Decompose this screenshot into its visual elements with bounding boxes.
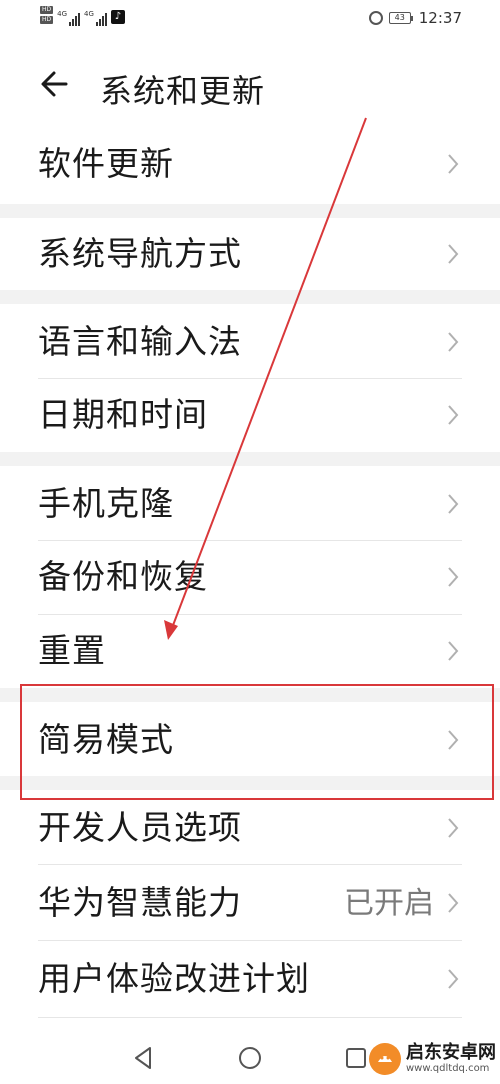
tiktok-notification-icon: ♪ bbox=[110, 10, 125, 24]
menu-item-label: 备份和恢复 bbox=[38, 557, 208, 596]
nav-home-icon[interactable] bbox=[232, 1040, 268, 1076]
nav-back-icon[interactable] bbox=[126, 1040, 162, 1076]
divider bbox=[38, 1017, 462, 1018]
alarm-icon bbox=[368, 11, 383, 25]
battery-icon: 43 bbox=[388, 12, 413, 24]
menu-item-label: 用户体验改进计划 bbox=[38, 959, 310, 998]
chevron-right-icon bbox=[448, 641, 459, 661]
menu-item-user-experience-program[interactable]: 用户体验改进计划 bbox=[0, 941, 500, 1017]
menu-item-software-update[interactable]: 软件更新 bbox=[0, 124, 500, 204]
hd-badge-sim2: HD bbox=[40, 16, 54, 24]
menu-item-language-input[interactable]: 语言和输入法 bbox=[0, 304, 500, 378]
menu-item-date-time[interactable]: 日期和时间 bbox=[0, 379, 500, 452]
chevron-right-icon bbox=[448, 494, 459, 514]
chevron-right-icon bbox=[448, 969, 459, 989]
header: 系统和更新 bbox=[0, 56, 500, 112]
signal-sim2-icon: 4G bbox=[84, 10, 107, 26]
menu-item-huawei-intelligence[interactable]: 华为智慧能力 已开启 bbox=[0, 865, 500, 940]
nav-bar: 启东安卓网 www.qdltdq.com bbox=[0, 1030, 500, 1084]
menu-item-label: 软件更新 bbox=[38, 144, 174, 183]
status-bar: HD HD 4G 4G ♪ 43 12:37 bbox=[0, 0, 500, 36]
menu-item-label: 系统导航方式 bbox=[38, 234, 242, 273]
menu-item-backup-restore[interactable]: 备份和恢复 bbox=[0, 541, 500, 614]
menu-item-label: 日期和时间 bbox=[38, 395, 208, 434]
menu-item-reset[interactable]: 重置 bbox=[0, 615, 500, 688]
menu-item-simple-mode[interactable]: 简易模式 bbox=[0, 702, 500, 776]
chevron-right-icon bbox=[448, 893, 459, 913]
battery-level: 43 bbox=[388, 12, 411, 24]
menu-item-label: 重置 bbox=[38, 631, 106, 670]
section-gap bbox=[0, 452, 500, 466]
chevron-right-icon bbox=[448, 332, 459, 352]
hd-badge-sim1: HD bbox=[40, 6, 54, 14]
section-gap bbox=[0, 776, 500, 790]
watermark-title: 启东安卓网 bbox=[406, 1042, 496, 1063]
status-left: HD HD 4G 4G ♪ bbox=[40, 6, 125, 26]
watermark: 启东安卓网 www.qdltdq.com bbox=[368, 1036, 498, 1082]
status-time: 12:37 bbox=[418, 9, 462, 27]
section-gap bbox=[0, 688, 500, 702]
section-gap bbox=[0, 204, 500, 218]
menu-item-label: 语言和输入法 bbox=[38, 322, 242, 361]
menu-item-developer-options[interactable]: 开发人员选项 bbox=[0, 790, 500, 864]
menu-item-label: 开发人员选项 bbox=[38, 808, 242, 847]
chevron-right-icon bbox=[448, 405, 459, 425]
menu-item-label: 华为智慧能力 bbox=[38, 883, 242, 922]
menu-item-label: 手机克隆 bbox=[38, 484, 174, 523]
menu-item-phone-clone[interactable]: 手机克隆 bbox=[0, 466, 500, 540]
menu-item-system-navigation[interactable]: 系统导航方式 bbox=[0, 218, 500, 290]
watermark-logo-icon bbox=[369, 1043, 401, 1075]
chevron-right-icon bbox=[448, 244, 459, 264]
watermark-url: www.qdltdq.com bbox=[406, 1063, 490, 1074]
menu-item-value: 已开启 bbox=[344, 886, 434, 921]
chevron-right-icon bbox=[448, 818, 459, 838]
chevron-right-icon bbox=[448, 154, 459, 174]
section-gap bbox=[0, 290, 500, 304]
menu-item-label: 简易模式 bbox=[38, 720, 174, 759]
page-title: 系统和更新 bbox=[100, 72, 266, 110]
status-right: 43 12:37 bbox=[368, 9, 462, 27]
hd-badges: HD HD bbox=[40, 6, 54, 24]
back-arrow-icon[interactable] bbox=[36, 64, 76, 104]
chevron-right-icon bbox=[448, 567, 459, 587]
chevron-right-icon bbox=[448, 730, 459, 750]
signal-sim1-icon: 4G bbox=[57, 10, 81, 26]
